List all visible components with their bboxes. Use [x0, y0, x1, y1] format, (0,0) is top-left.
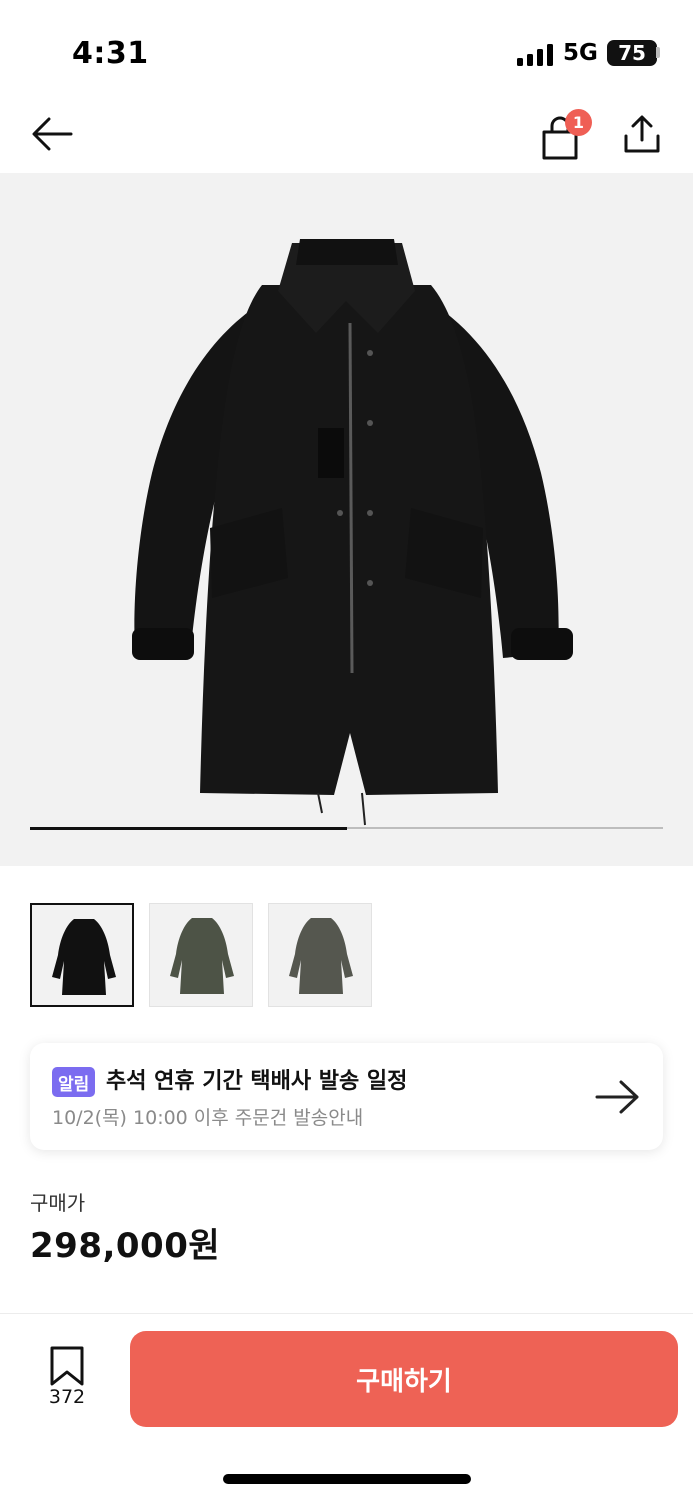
carousel-progress	[30, 826, 663, 830]
notice-badge: 알림	[52, 1067, 96, 1097]
bookmark-button[interactable]: 372	[30, 1342, 104, 1412]
thumbnail-image	[170, 918, 234, 994]
back-button[interactable]	[24, 110, 80, 158]
arrow-right-icon	[595, 1080, 639, 1114]
thumbnail-3[interactable]	[268, 903, 372, 1007]
thumbnail-strip	[30, 903, 372, 1007]
top-nav: 1	[0, 100, 693, 172]
signal-icon	[517, 44, 555, 66]
cart-button[interactable]: 1	[532, 106, 592, 162]
notice-subtitle: 10/2(목) 10:00 이후 주문건 발송안내	[52, 1107, 364, 1129]
share-button[interactable]	[614, 108, 670, 160]
arrow-left-icon	[32, 117, 73, 151]
bookmark-count: 372	[48, 1386, 86, 1408]
cart-count-badge: 1	[565, 109, 592, 136]
notice-card[interactable]: 알림 추석 연휴 기간 택배사 발송 일정 10/2(목) 10:00 이후 주…	[30, 1043, 663, 1150]
price-label: 구매가	[30, 1191, 86, 1215]
status-time: 4:31	[72, 36, 149, 71]
network-label: 5G	[563, 40, 598, 66]
thumbnail-2[interactable]	[149, 903, 253, 1007]
product-image-carousel[interactable]	[0, 173, 693, 866]
status-bar: 4:31 5G 75	[0, 0, 693, 100]
battery-cap	[656, 47, 660, 58]
bottom-action-bar: 372 구매하기	[0, 1313, 693, 1500]
buy-button[interactable]: 구매하기	[130, 1331, 678, 1427]
share-icon	[624, 115, 660, 153]
thumbnail-1[interactable]	[30, 903, 134, 1007]
notice-title: 추석 연휴 기간 택배사 발송 일정	[106, 1069, 408, 1094]
battery-icon: 75	[607, 40, 657, 66]
bookmark-icon	[50, 1346, 84, 1386]
thumbnail-image	[289, 918, 353, 994]
home-indicator	[223, 1474, 471, 1484]
product-image	[132, 239, 573, 826]
thumbnail-image	[52, 919, 116, 995]
carousel-progress-fill	[30, 826, 347, 830]
price-value: 298,000원	[30, 1226, 221, 1266]
